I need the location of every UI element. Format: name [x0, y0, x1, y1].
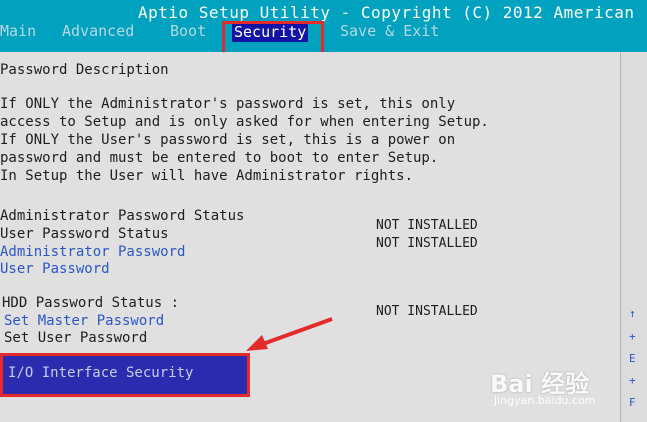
red-arrow-icon [246, 317, 333, 351]
tab-boot[interactable]: Boot [170, 22, 206, 40]
strip-marker-2: + [629, 330, 636, 343]
user-password-status-label: User Password Status [0, 226, 169, 242]
tab-advanced[interactable]: Advanced [62, 22, 134, 40]
set-master-password-item[interactable]: Set Master Password [4, 313, 164, 329]
watermark-sub: jingyan.baidu.com [494, 394, 596, 407]
bios-screen: Aptio Setup Utility - Copyright (C) 2012… [0, 0, 647, 422]
description-line-5: In Setup the User will have Administrato… [0, 168, 414, 184]
baidu-watermark: Bai 经验 jingyan.baidu.com [490, 360, 640, 410]
admin-password-status-label: Administrator Password Status [0, 208, 245, 224]
description-line-1: If ONLY the Administrator's password is … [0, 96, 456, 112]
hdd-password-status-label: HDD Password Status : [2, 295, 180, 311]
admin-password-status-value: NOT INSTALLED [376, 218, 478, 233]
user-password-item[interactable]: User Password [0, 261, 110, 277]
description-line-2: access to Setup and is only asked for wh… [0, 114, 489, 130]
tab-main[interactable]: Main [0, 22, 36, 40]
io-interface-highlight [0, 353, 250, 397]
password-description-heading: Password Description [0, 62, 169, 78]
tab-save-exit[interactable]: Save & Exit [340, 22, 439, 40]
window-title: Aptio Setup Utility - Copyright (C) 2012… [138, 3, 635, 22]
description-line-4: password and must be entered to boot to … [0, 150, 439, 166]
set-user-password-item[interactable]: Set User Password [4, 330, 147, 346]
user-password-status-value: NOT INSTALLED [376, 236, 478, 251]
strip-marker-1: ↑ [629, 307, 636, 320]
description-line-3: If ONLY the User's password is set, this… [0, 132, 456, 148]
hdd-password-status-value: NOT INSTALLED [376, 304, 478, 319]
administrator-password-item[interactable]: Administrator Password [0, 244, 185, 260]
